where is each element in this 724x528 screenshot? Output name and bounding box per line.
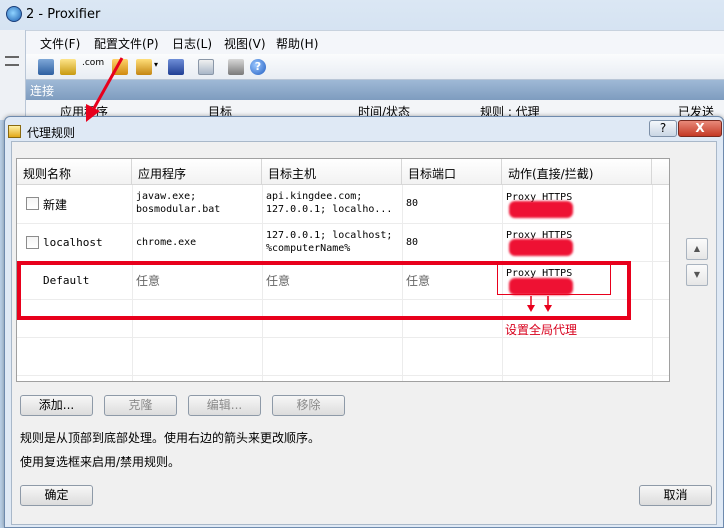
rule-host: %computerName% [266, 243, 351, 254]
add-button[interactable]: 添加... [20, 395, 93, 416]
rules-icon[interactable] [60, 59, 76, 75]
left-panel-strip [0, 30, 26, 120]
rule-enable-checkbox[interactable] [26, 236, 39, 249]
help-button[interactable]: ? [649, 120, 677, 137]
annotation-label: 设置全局代理 [505, 323, 578, 337]
hint-order: 规则是从顶部到底部处理。使用右边的箭头来更改顺序。 [20, 431, 321, 445]
rules-dialog-icon [8, 125, 21, 138]
move-up-button[interactable]: ▲ [686, 238, 708, 260]
header-applications[interactable]: 应用程序 [132, 159, 262, 185]
annotation-action-box [497, 263, 611, 295]
folder-icon[interactable] [112, 59, 128, 75]
rule-name: localhost [43, 236, 103, 249]
menu-bar: 文件(F) 配置文件(P) 日志(L) 视图(V) 帮助(H) [26, 30, 724, 54]
rule-host: api.kingdee.com; [266, 191, 363, 202]
rule-app: chrome.exe [136, 237, 197, 248]
edit-button[interactable]: 编辑... [188, 395, 261, 416]
rule-host: 127.0.0.1; localhost; [266, 230, 393, 241]
open-profile-icon[interactable] [136, 59, 152, 75]
rule-port: 80 [406, 198, 419, 209]
row-divider [17, 375, 669, 376]
toolbar: .com ▾ ? [26, 54, 724, 80]
export-icon[interactable] [198, 59, 214, 75]
dialog-title: 代理规则 [27, 126, 76, 140]
clone-button[interactable]: 克隆 [104, 395, 177, 416]
header-target-hosts[interactable]: 目标主机 [262, 159, 402, 185]
menu-help[interactable]: 帮助(H) [276, 35, 318, 52]
menu-profile[interactable]: 配置文件(P) [94, 35, 159, 52]
proxy-servers-icon[interactable] [38, 59, 54, 75]
menu-file[interactable]: 文件(F) [40, 35, 80, 52]
rule-app: bosmodular.bat [136, 204, 221, 215]
header-target-ports[interactable]: 目标端口 [402, 159, 502, 185]
dropdown-arrow-icon[interactable]: ▾ [154, 60, 158, 69]
column-divider [652, 185, 653, 381]
rule-port: 80 [406, 237, 419, 248]
redacted-proxy-address [509, 201, 573, 218]
print-icon[interactable] [228, 59, 244, 75]
rule-enable-checkbox[interactable] [26, 197, 39, 210]
menu-log[interactable]: 日志(L) [172, 35, 212, 52]
row-divider [17, 223, 669, 224]
main-window-title: 2 - Proxifier [26, 7, 101, 22]
header-rule-name[interactable]: 规则名称 [17, 159, 132, 185]
move-down-button[interactable]: ▼ [686, 264, 708, 286]
connections-bar: 连接 [26, 80, 724, 100]
cancel-button[interactable]: 取消 [639, 485, 712, 506]
redacted-proxy-address [509, 239, 573, 256]
rule-app: javaw.exe; [136, 191, 197, 202]
header-filler [652, 159, 669, 185]
hint-checkbox: 使用复选框来启用/禁用规则。 [20, 455, 181, 469]
header-action[interactable]: 动作(直接/拦截) [502, 159, 652, 185]
save-icon[interactable] [168, 59, 184, 75]
list-icon [5, 56, 19, 66]
name-resolution-icon[interactable]: .com [82, 58, 104, 68]
menu-view[interactable]: 视图(V) [224, 35, 266, 52]
ok-button[interactable]: 确定 [20, 485, 93, 506]
rule-host: 127.0.0.1; localho... [266, 204, 393, 215]
remove-button[interactable]: 移除 [272, 395, 345, 416]
proxifier-app-icon [6, 6, 22, 22]
close-button[interactable]: X [678, 120, 722, 137]
rule-name: 新建 [43, 198, 68, 212]
help-icon[interactable]: ? [250, 59, 266, 75]
